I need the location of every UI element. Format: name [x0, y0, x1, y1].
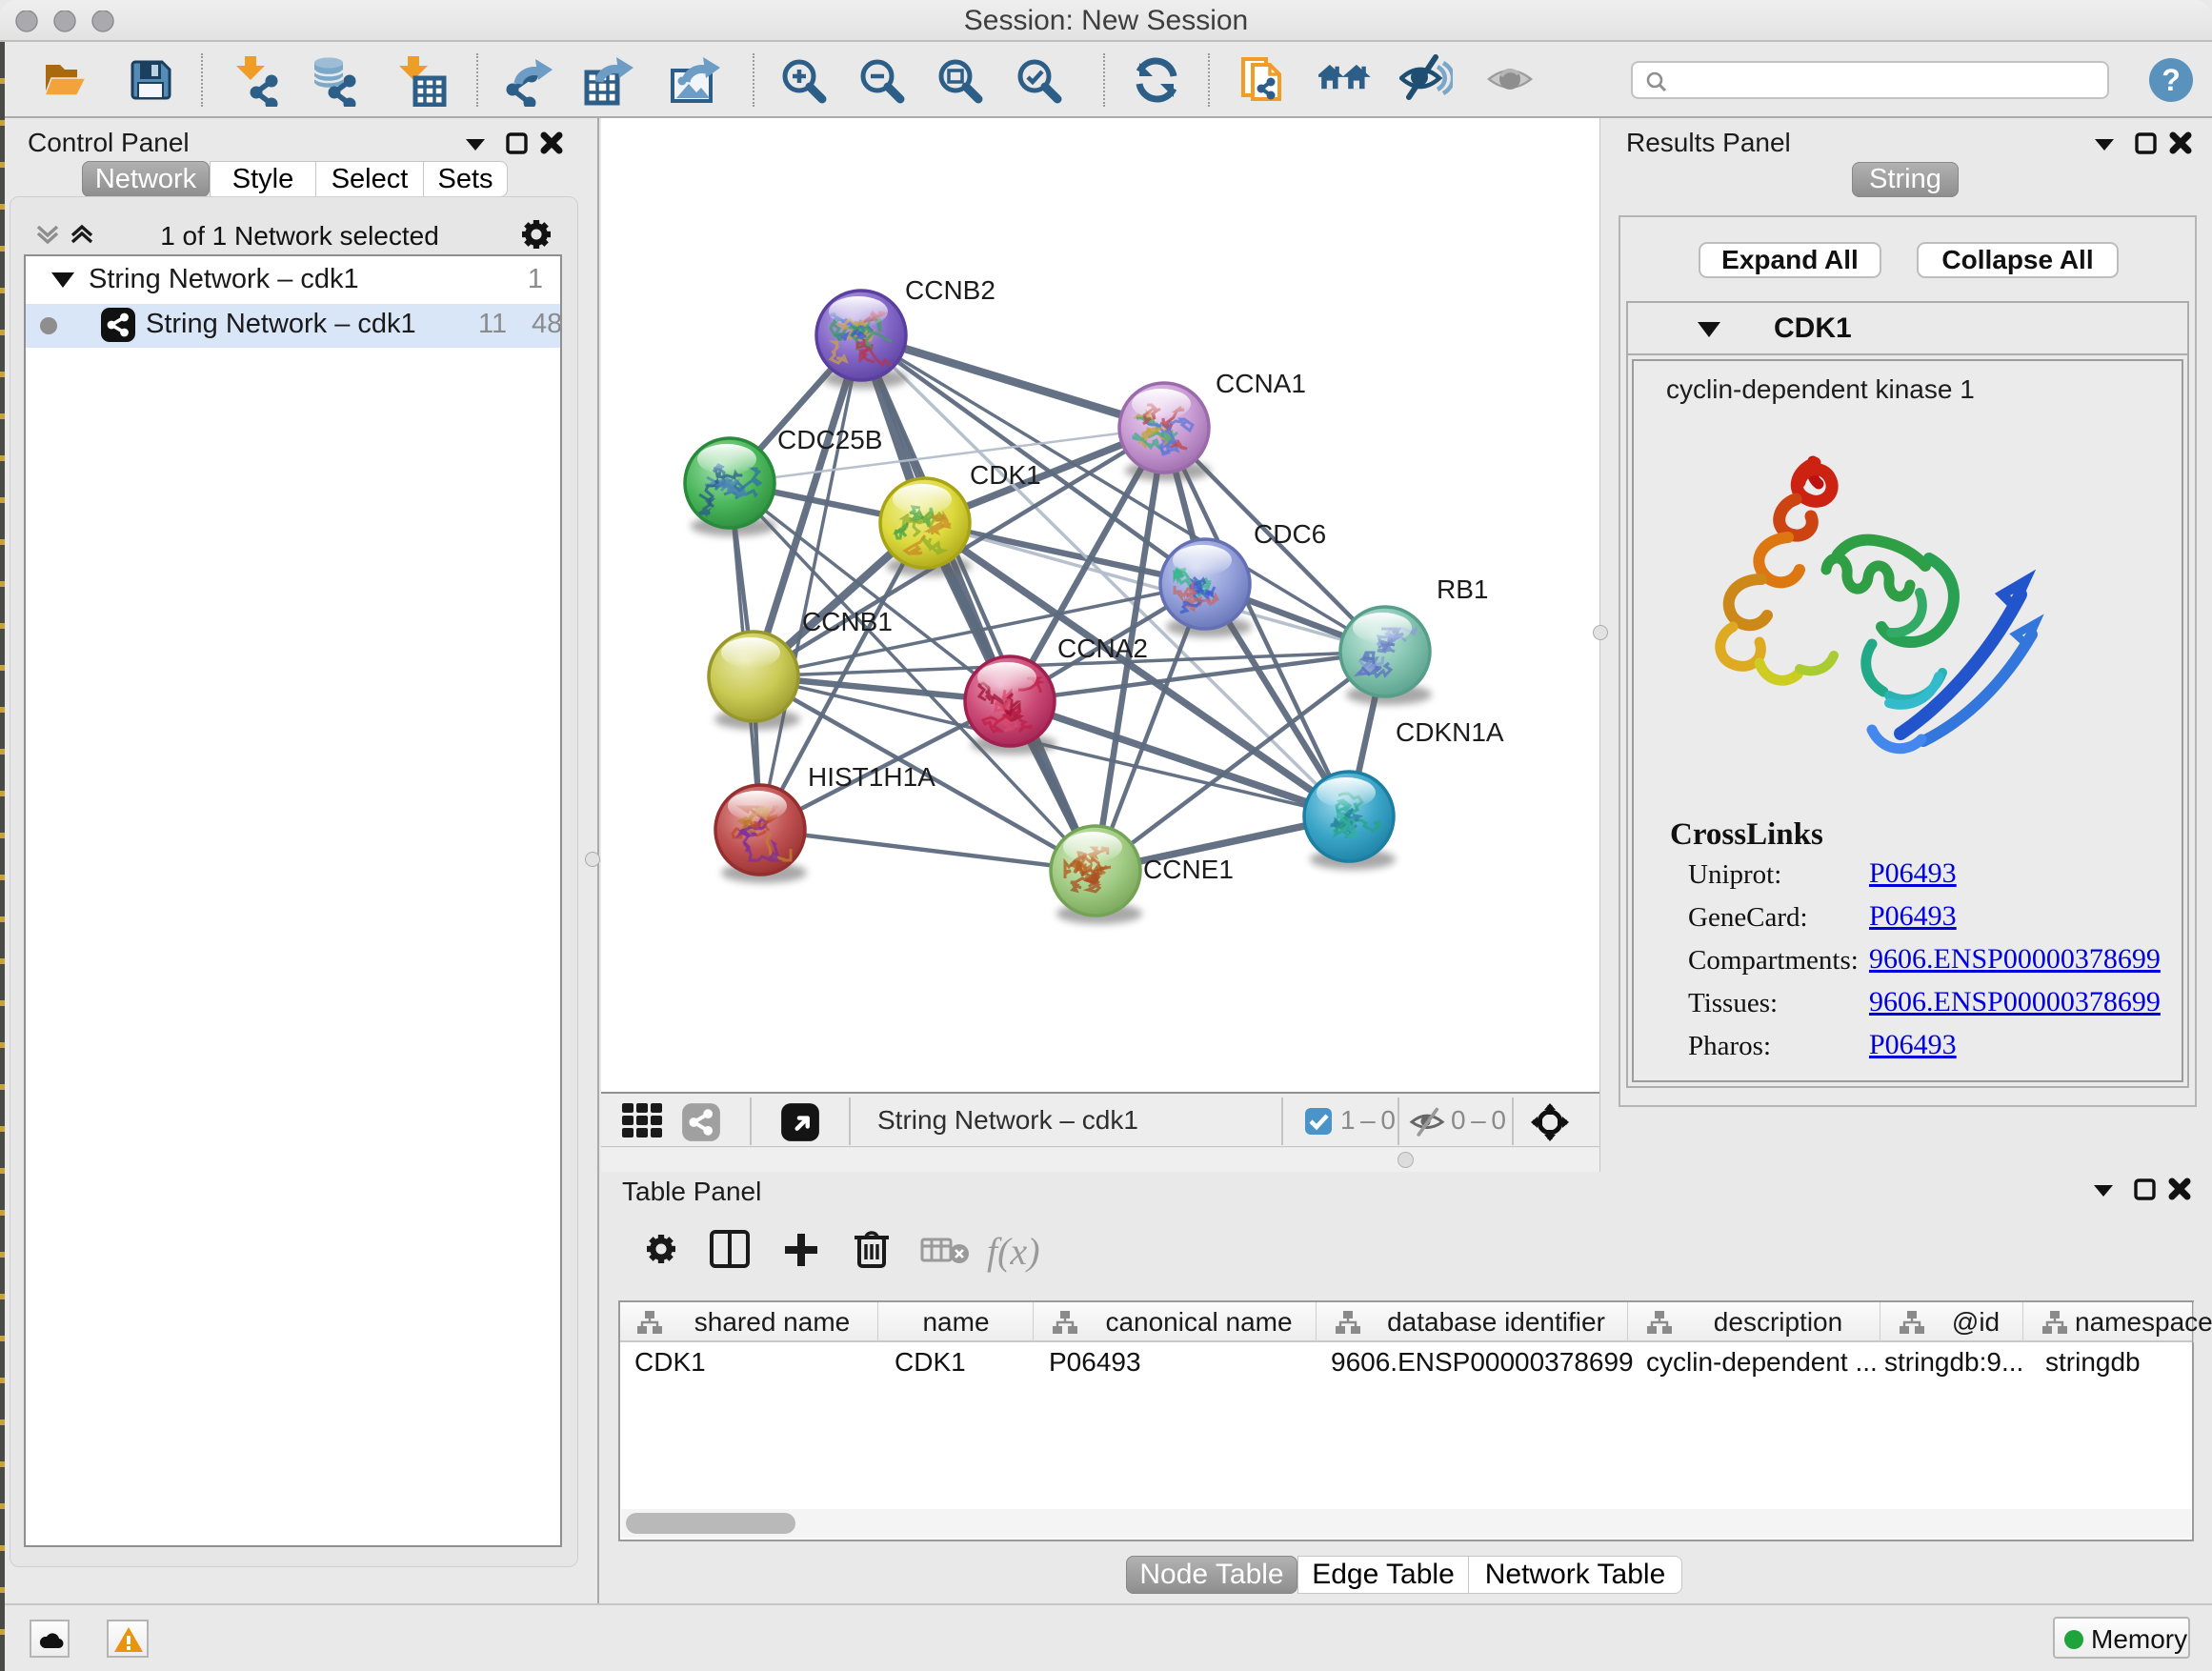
svg-text:CCNB1: CCNB1 [802, 607, 893, 636]
svg-text:CCNA1: CCNA1 [1216, 369, 1306, 398]
svg-text:CDC6: CDC6 [1254, 519, 1326, 549]
svg-text:CCNA2: CCNA2 [1057, 634, 1148, 663]
svg-text:CCNE1: CCNE1 [1143, 855, 1234, 884]
svg-text:CDK1: CDK1 [970, 460, 1041, 490]
svg-text:CDKN1A: CDKN1A [1396, 717, 1504, 747]
svg-text:RB1: RB1 [1437, 574, 1488, 604]
svg-text:CCNB2: CCNB2 [905, 275, 995, 305]
svg-text:HIST1H1A: HIST1H1A [808, 762, 935, 792]
svg-text:CDC25B: CDC25B [777, 425, 882, 454]
